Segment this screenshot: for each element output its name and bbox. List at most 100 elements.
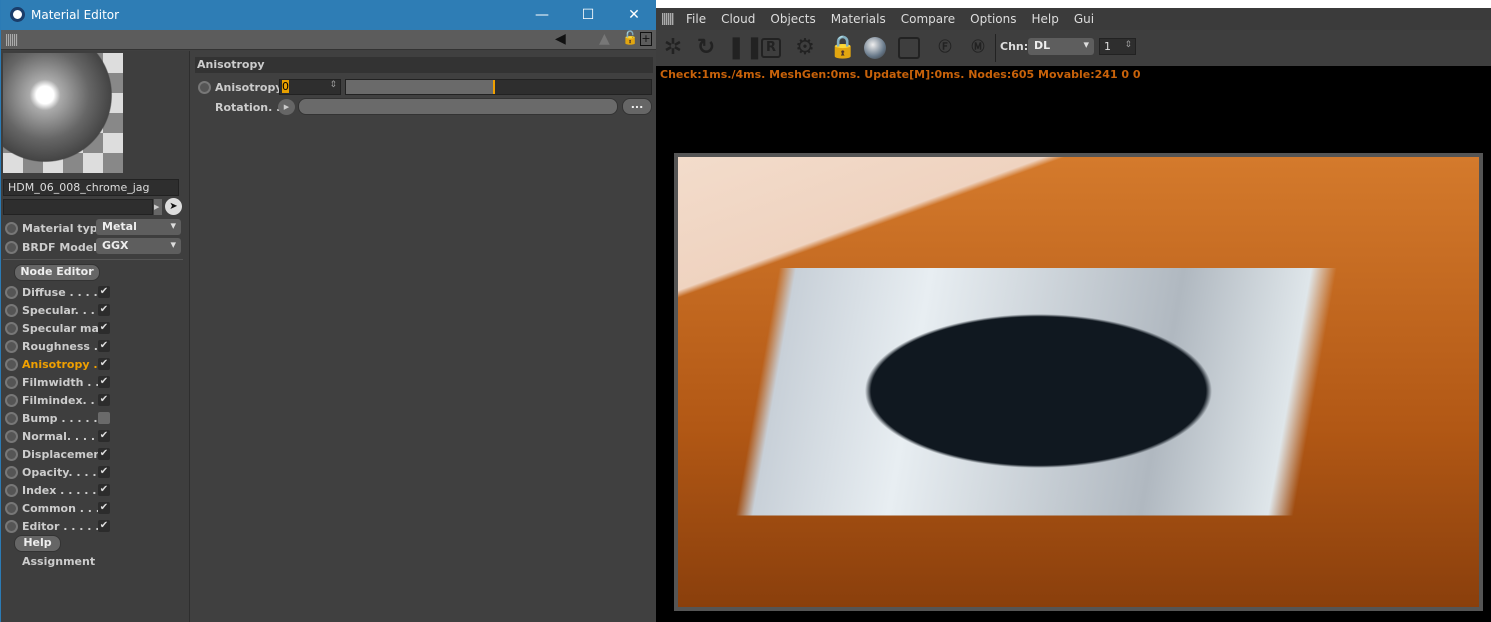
channel-item[interactable]: Editor . . . . . .✔ [5, 517, 110, 535]
expand-arrow-icon[interactable]: ▶ [154, 199, 162, 215]
menu-file[interactable]: File [686, 12, 706, 26]
channel-checkbox[interactable]: ✔ [98, 322, 110, 334]
channel-checkbox[interactable]: ✔ [98, 394, 110, 406]
node-editor-button[interactable]: Node Editor [14, 264, 100, 281]
link-field[interactable] [3, 199, 153, 215]
channel-item[interactable]: Diffuse . . . . . ✔ [5, 283, 110, 301]
channel-item[interactable]: Common . . . ✔ [5, 499, 110, 517]
radio-icon[interactable] [5, 321, 18, 335]
channel-checkbox[interactable]: ✔ [98, 286, 110, 298]
channel-item[interactable]: Normal. . . . . ✔ [5, 427, 110, 445]
menu-materials[interactable]: Materials [831, 12, 886, 26]
grip-icon[interactable] [662, 13, 674, 25]
cinema4d-logo-icon [10, 7, 25, 22]
render-region-icon[interactable]: R [761, 38, 781, 58]
anisotropy-value-input[interactable]: 0 ⇕ [279, 79, 341, 95]
anisotropy-slider[interactable] [345, 79, 652, 95]
radio-icon[interactable] [198, 80, 211, 94]
octane-logo-icon[interactable]: ✲ [661, 36, 685, 60]
brdf-model-dropdown[interactable]: GGX [96, 238, 181, 254]
channel-item[interactable]: Specular. . . . ✔ [5, 301, 110, 319]
channel-item[interactable]: Displacement✔ [5, 445, 110, 463]
channel-checkbox[interactable]: ✔ [98, 358, 110, 370]
channel-item[interactable]: Filmindex. . . ✔ [5, 391, 110, 409]
radio-icon[interactable] [5, 447, 18, 461]
radio-icon[interactable] [5, 339, 18, 353]
material-type-dropdown[interactable]: Metal [96, 219, 181, 235]
channel-checkbox[interactable]: ✔ [98, 340, 110, 352]
channel-label: Index . . . . . . [22, 483, 98, 497]
radio-icon[interactable] [5, 240, 18, 254]
pass-stepper[interactable]: 1 ⇕ [1099, 38, 1136, 55]
unlock-icon[interactable]: 🔓 [622, 31, 638, 46]
menu-options[interactable]: Options [970, 12, 1016, 26]
stepper-icon[interactable]: ⇕ [1124, 40, 1132, 50]
back-arrow-icon[interactable]: ◀ [555, 31, 566, 47]
rotation-more-button[interactable]: ... [622, 98, 652, 115]
anisotropy-row: Anisotropy [198, 78, 283, 96]
radio-icon[interactable] [5, 429, 18, 443]
render-image [678, 157, 1479, 607]
channel-item[interactable]: Opacity. . . . . ✔ [5, 463, 110, 481]
settings-gear-icon[interactable]: ⚙ [793, 36, 817, 60]
channel-checkbox[interactable]: ✔ [98, 466, 110, 478]
material-type-label: Material type [22, 221, 106, 235]
material-name-field[interactable]: HDM_06_008_chrome_jag [3, 179, 179, 196]
lock-icon[interactable]: 🔒 [829, 36, 856, 60]
channel-item[interactable]: Filmwidth . . ✔ [5, 373, 110, 391]
pass-value: 1 [1104, 40, 1111, 53]
channel-checkbox[interactable]: ✔ [98, 520, 110, 532]
menu-gui[interactable]: Gui [1074, 12, 1094, 26]
help-button[interactable]: Help [14, 535, 61, 552]
radio-icon[interactable] [5, 465, 18, 479]
menu-objects[interactable]: Objects [770, 12, 815, 26]
stepper-icon[interactable]: ⇕ [329, 80, 337, 90]
picker-cursor-icon[interactable]: ➤ [165, 198, 182, 215]
menu-compare[interactable]: Compare [901, 12, 955, 26]
radio-icon[interactable] [5, 411, 18, 425]
channel-checkbox[interactable]: ✔ [98, 376, 110, 388]
close-button[interactable]: ✕ [611, 0, 657, 30]
rotation-field[interactable] [298, 98, 618, 115]
divider [995, 34, 996, 62]
channel-label: Common . . . [22, 501, 98, 515]
channel-label: Filmwidth . . [22, 375, 98, 389]
pause-icon[interactable]: ❚❚ [727, 36, 764, 60]
channel-item[interactable]: Anisotropy . ✔ [5, 355, 110, 373]
focus-pick-icon[interactable]: Ⓕ [933, 36, 957, 60]
radio-icon[interactable] [5, 393, 18, 407]
radio-icon[interactable] [5, 357, 18, 371]
material-ball-icon[interactable] [864, 37, 886, 59]
up-arrow-icon[interactable]: ▲ [599, 31, 610, 47]
radio-icon[interactable] [5, 483, 18, 497]
clay-mode-icon[interactable] [898, 37, 920, 59]
minimize-button[interactable]: — [519, 0, 565, 30]
radio-icon[interactable] [5, 501, 18, 515]
menu-cloud[interactable]: Cloud [721, 12, 755, 26]
radio-icon[interactable] [5, 375, 18, 389]
channel-checkbox[interactable]: ✔ [98, 430, 110, 442]
new-window-icon[interactable]: + [640, 32, 652, 46]
maximize-button[interactable]: ☐ [565, 0, 611, 30]
material-pick-icon[interactable]: Ⓜ [966, 36, 990, 60]
channel-item[interactable]: Index . . . . . . ✔ [5, 481, 110, 499]
channel-checkbox[interactable]: ✔ [98, 448, 110, 460]
assignment-link[interactable]: Assignment [22, 555, 95, 568]
radio-icon[interactable] [5, 285, 18, 299]
radio-icon[interactable] [5, 519, 18, 533]
channel-checkbox[interactable]: ✔ [98, 502, 110, 514]
channel-checkbox[interactable]: ✔ [98, 304, 110, 316]
menu-help[interactable]: Help [1031, 12, 1058, 26]
grip-icon[interactable] [6, 34, 18, 46]
channel-item[interactable]: Specular map✔ [5, 319, 110, 337]
expand-arrow-icon[interactable]: ▶ [278, 99, 295, 115]
radio-icon[interactable] [5, 303, 18, 317]
channel-checkbox[interactable]: ✔ [98, 484, 110, 496]
channel-item[interactable]: Roughness . ✔ [5, 337, 110, 355]
channel-dropdown[interactable]: DL [1028, 38, 1094, 55]
channel-checkbox[interactable] [98, 412, 110, 424]
radio-icon[interactable] [5, 221, 18, 235]
restart-icon[interactable]: ↻ [694, 36, 718, 60]
editor-toolbar: ◀ ▲ 🔓 + [1, 30, 657, 50]
channel-item[interactable]: Bump . . . . . . [5, 409, 110, 427]
